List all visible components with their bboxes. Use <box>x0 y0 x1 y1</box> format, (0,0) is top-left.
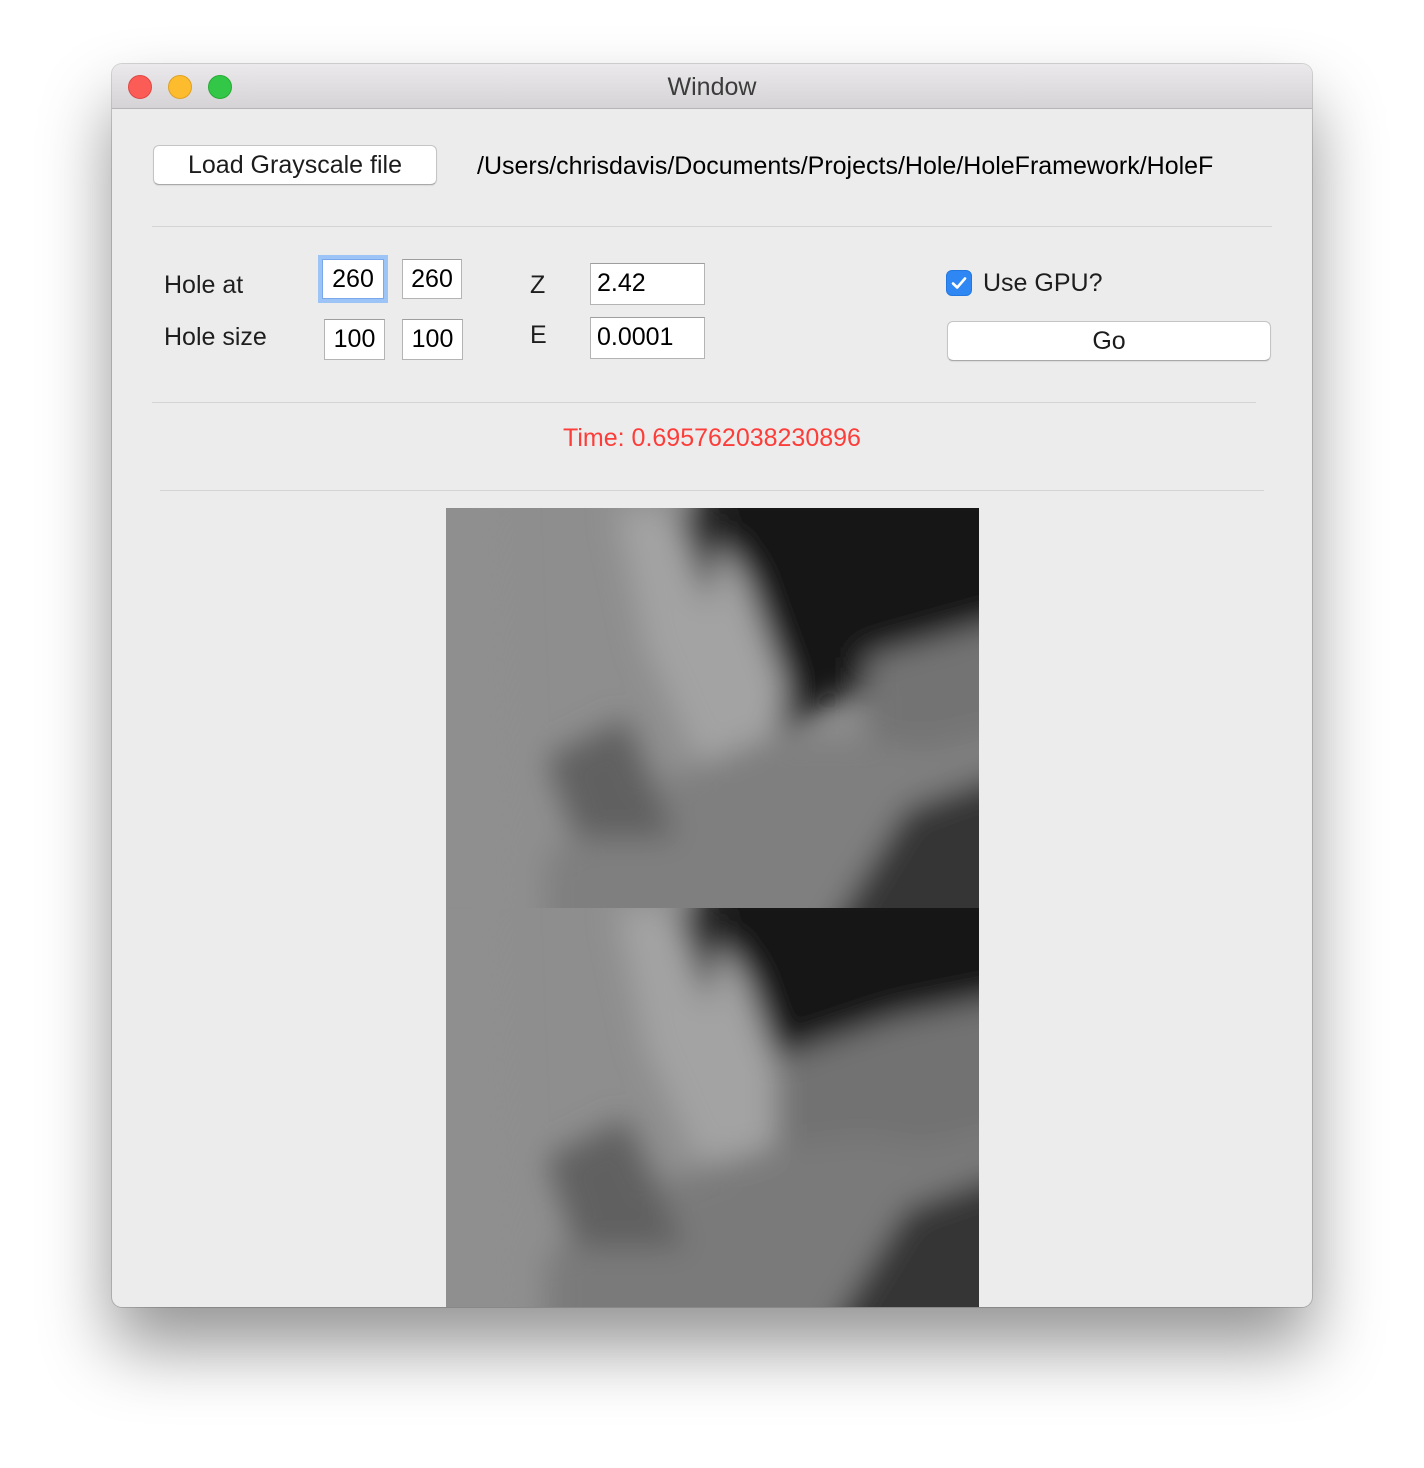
z-value-field[interactable]: 2.42 <box>590 263 705 305</box>
e-label: E <box>530 321 547 349</box>
hole-at-x-field[interactable]: 260 <box>322 259 384 299</box>
separator-bottom <box>160 490 1264 491</box>
load-grayscale-file-button[interactable]: Load Grayscale file <box>153 145 437 185</box>
original-image-view <box>446 508 979 908</box>
hole-size-height-field[interactable]: 100 <box>402 319 463 360</box>
use-gpu-checkbox[interactable] <box>946 270 972 296</box>
inpainted-image-view <box>446 908 979 1307</box>
hole-size-width-field[interactable]: 100 <box>324 319 385 360</box>
go-button[interactable]: Go <box>947 321 1271 361</box>
separator-top <box>152 226 1272 227</box>
use-gpu-label: Use GPU? <box>983 269 1103 297</box>
hole-at-y-field[interactable]: 260 <box>402 259 462 299</box>
hole-at-label: Hole at <box>164 271 244 299</box>
time-result-label: Time: 0.695762038230896 <box>563 424 861 452</box>
z-label: Z <box>530 271 546 299</box>
inpainted-grayscale-image <box>446 908 979 1307</box>
file-path-label: /Users/chrisdavis/Documents/Projects/Hol… <box>477 152 1214 180</box>
app-window: Window Load Grayscale file /Users/chrisd… <box>112 64 1312 1307</box>
separator-middle <box>152 402 1256 403</box>
window-title: Window <box>667 73 757 101</box>
e-value-field[interactable]: 0.0001 <box>590 317 705 359</box>
checkmark-icon <box>951 277 967 289</box>
grayscale-image <box>446 508 979 908</box>
title-bar[interactable]: Window <box>112 64 1312 109</box>
hole-size-label: Hole size <box>164 323 267 351</box>
